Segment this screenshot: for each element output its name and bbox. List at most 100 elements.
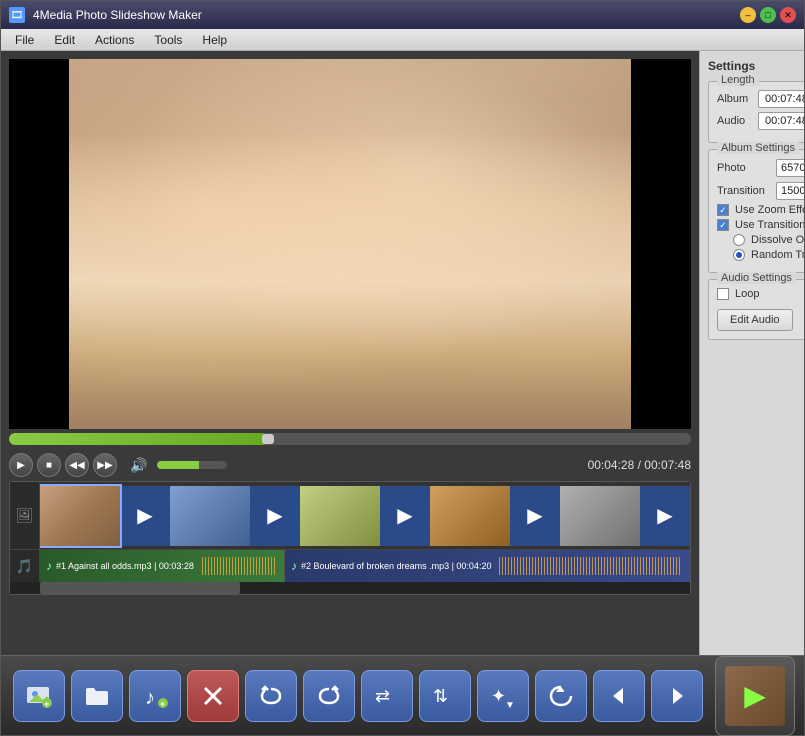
loop-row: Loop bbox=[717, 288, 804, 300]
transition-5[interactable]: ▶ bbox=[640, 486, 690, 546]
photo-thumb-3[interactable] bbox=[300, 486, 380, 546]
use-transition-checkbox[interactable] bbox=[717, 219, 729, 231]
output-icon: ▶ bbox=[744, 679, 766, 712]
settings-panel: Settings Length Album 00:07:48 Audio 00:… bbox=[699, 51, 804, 655]
flip-button[interactable]: ⇅ bbox=[419, 670, 471, 722]
transition-setting-label: Transition bbox=[717, 185, 772, 197]
svg-text:✦: ✦ bbox=[491, 686, 506, 706]
audio-length-label: Audio bbox=[717, 115, 752, 127]
redo-button[interactable] bbox=[303, 670, 355, 722]
svg-text:+: + bbox=[44, 699, 49, 709]
menu-help[interactable]: Help bbox=[192, 31, 237, 49]
audio-settings-group-title: Audio Settings bbox=[717, 272, 796, 284]
audio-length-row: Audio 00:07:48 bbox=[717, 112, 804, 130]
stop-button[interactable]: ■ bbox=[37, 453, 61, 477]
audio-length-value: 00:07:48 bbox=[758, 112, 804, 130]
open-folder-button[interactable] bbox=[71, 670, 123, 722]
main-content: ▶ ■ ◀◀ ▶▶ 🔊 00:04:28 / 00:07:48 🖼 ▶ ▶ bbox=[1, 51, 804, 655]
output-button[interactable]: ▶ bbox=[715, 656, 795, 736]
svg-text:+: + bbox=[160, 699, 165, 709]
main-window: 🎞 4Media Photo Slideshow Maker – □ ✕ Fil… bbox=[0, 0, 805, 736]
dissolve-only-radio[interactable] bbox=[733, 234, 745, 246]
timeline-scrollbar-thumb[interactable] bbox=[40, 582, 240, 594]
play-button[interactable]: ▶ bbox=[9, 453, 33, 477]
photo-setting-row: Photo ▲ ▼ ms ♪ bbox=[717, 158, 804, 178]
edit-audio-button[interactable]: Edit Audio bbox=[717, 309, 793, 331]
loop-checkbox[interactable] bbox=[717, 288, 729, 300]
volume-slider[interactable] bbox=[157, 461, 227, 469]
audio-settings-group: Audio Settings Loop Edit Audio bbox=[708, 279, 804, 340]
menu-bar: File Edit Actions Tools Help bbox=[1, 29, 804, 51]
transition-4[interactable]: ▶ bbox=[510, 486, 560, 546]
photo-thumb-2[interactable] bbox=[170, 486, 250, 546]
svg-text:⇅: ⇅ bbox=[433, 686, 448, 706]
audio-waveform-1 bbox=[200, 557, 276, 575]
zoom-effect-checkbox[interactable] bbox=[717, 204, 729, 216]
album-length-row: Album 00:07:48 bbox=[717, 90, 804, 108]
random-transition-label: Random Transition bbox=[751, 249, 804, 261]
move-left-button[interactable] bbox=[593, 670, 645, 722]
length-group-title: Length bbox=[717, 74, 759, 86]
progress-fill bbox=[9, 433, 268, 445]
transition-setting-row: Transition ▲ ▼ ms bbox=[717, 182, 804, 200]
audio-track: ♪ #1 Against all odds.mp3 | 00:03:28 ♪ #… bbox=[40, 550, 690, 582]
playback-controls: ▶ ■ ◀◀ ▶▶ 🔊 00:04:28 / 00:07:48 bbox=[1, 449, 699, 481]
minimize-button[interactable]: – bbox=[740, 7, 756, 23]
transition-3[interactable]: ▶ bbox=[380, 486, 430, 546]
audio-note-1: ♪ bbox=[46, 559, 52, 573]
add-photo-button[interactable]: + bbox=[13, 670, 65, 722]
album-settings-group: Album Settings Photo ▲ ▼ ms ♪ Transition bbox=[708, 149, 804, 273]
photo-thumb-4[interactable] bbox=[430, 486, 510, 546]
photo-thumb-5[interactable] bbox=[560, 486, 640, 546]
photo-thumb-1[interactable] bbox=[40, 486, 120, 546]
rewind-button[interactable]: ◀◀ bbox=[65, 453, 89, 477]
random-transition-row: Random Transition bbox=[733, 249, 804, 261]
window-title: 4Media Photo Slideshow Maker bbox=[33, 8, 732, 22]
effects-button[interactable]: ✦ ▼ bbox=[477, 670, 529, 722]
delete-button[interactable] bbox=[187, 670, 239, 722]
audio-note-2: ♪ bbox=[291, 559, 297, 573]
settings-title: Settings bbox=[708, 59, 804, 73]
dissolve-only-label: Dissolve Only bbox=[751, 234, 804, 246]
dissolve-only-row: Dissolve Only bbox=[733, 234, 804, 246]
output-btn-inner: ▶ bbox=[725, 666, 785, 726]
audio-segment-1[interactable]: ♪ #1 Against all odds.mp3 | 00:03:28 bbox=[40, 550, 285, 582]
preview-image bbox=[9, 59, 691, 429]
photo-strip[interactable]: ▶ ▶ ▶ ▶ ▶ bbox=[40, 482, 690, 549]
menu-edit[interactable]: Edit bbox=[44, 31, 85, 49]
photo-value-input[interactable] bbox=[776, 159, 804, 177]
transition-value-input[interactable] bbox=[776, 182, 804, 200]
rotate-cw-button[interactable]: ⇄ bbox=[361, 670, 413, 722]
revert-button[interactable] bbox=[535, 670, 587, 722]
menu-file[interactable]: File bbox=[5, 31, 44, 49]
window-controls: – □ ✕ bbox=[740, 7, 796, 23]
random-transition-radio[interactable] bbox=[733, 249, 745, 261]
audio-segment-2-label: #2 Boulevard of broken dreams .mp3 | 00:… bbox=[301, 561, 491, 571]
album-label: Album bbox=[717, 93, 752, 105]
fast-forward-button[interactable]: ▶▶ bbox=[93, 453, 117, 477]
close-button[interactable]: ✕ bbox=[780, 7, 796, 23]
left-panel: ▶ ■ ◀◀ ▶▶ 🔊 00:04:28 / 00:07:48 🖼 ▶ ▶ bbox=[1, 51, 699, 655]
undo-button[interactable] bbox=[245, 670, 297, 722]
svg-text:♪: ♪ bbox=[145, 687, 155, 709]
svg-text:▼: ▼ bbox=[505, 700, 515, 710]
album-settings-group-title: Album Settings bbox=[717, 142, 799, 154]
move-right-button[interactable] bbox=[651, 670, 703, 722]
audio-segment-2[interactable]: ♪ #2 Boulevard of broken dreams .mp3 | 0… bbox=[285, 550, 690, 582]
bottom-toolbar: + ♪ + bbox=[1, 655, 804, 735]
menu-tools[interactable]: Tools bbox=[144, 31, 192, 49]
add-music-button[interactable]: ♪ + bbox=[129, 670, 181, 722]
transition-2[interactable]: ▶ bbox=[250, 486, 300, 546]
transition-1[interactable]: ▶ bbox=[120, 486, 170, 546]
seek-bar[interactable] bbox=[9, 433, 691, 445]
left-black-bar bbox=[9, 59, 69, 429]
zoom-effect-label: Use Zoom Effect bbox=[735, 204, 804, 216]
menu-actions[interactable]: Actions bbox=[85, 31, 144, 49]
svg-text:⇄: ⇄ bbox=[375, 686, 390, 706]
timeline-area: 🖼 ▶ ▶ ▶ ▶ ▶ 🎵 bbox=[9, 481, 691, 595]
timeline-scrollbar[interactable] bbox=[10, 582, 690, 594]
progress-thumb[interactable] bbox=[262, 434, 274, 444]
maximize-button[interactable]: □ bbox=[760, 7, 776, 23]
audio-segment-1-label: #1 Against all odds.mp3 | 00:03:28 bbox=[56, 561, 194, 571]
volume-icon: 🔊 bbox=[129, 455, 149, 475]
